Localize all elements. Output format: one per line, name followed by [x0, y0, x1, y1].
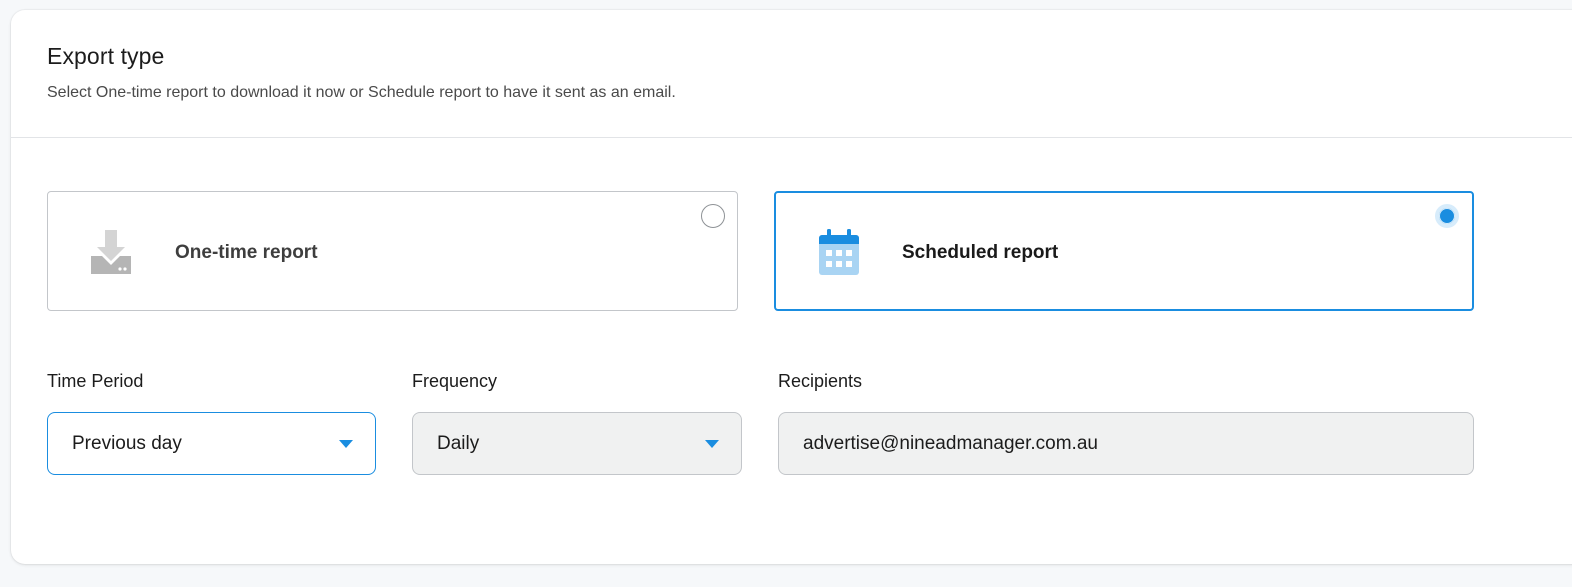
scheduled-report-label: Scheduled report — [902, 242, 1059, 263]
time-period-select[interactable]: Previous day — [47, 412, 376, 475]
page-subtitle: Select One-time report to download it no… — [47, 84, 676, 101]
time-period-label: Time Period — [47, 371, 144, 391]
recipients-value: advertise@nineadmanager.com.au — [803, 433, 1098, 454]
frequency-select[interactable]: Daily — [412, 412, 742, 475]
scheduled-report-option[interactable]: Scheduled report — [774, 191, 1474, 311]
one-time-report-label: One-time report — [175, 242, 318, 263]
scheduled-report-radio[interactable] — [1435, 204, 1459, 228]
recipients-label: Recipients — [778, 371, 863, 391]
download-tray-icon — [86, 228, 136, 278]
page-title: Export type — [47, 43, 165, 69]
time-period-value: Previous day — [72, 433, 182, 454]
frequency-value: Daily — [437, 433, 480, 454]
one-time-report-option[interactable]: One-time report — [47, 191, 738, 311]
recipients-field[interactable]: advertise@nineadmanager.com.au — [778, 412, 1474, 475]
one-time-report-radio[interactable] — [701, 204, 725, 228]
frequency-label: Frequency — [412, 371, 498, 391]
calendar-icon — [814, 228, 864, 278]
chevron-down-icon — [705, 440, 719, 448]
chevron-down-icon — [339, 440, 353, 448]
card-header: Export type Select One-time report to do… — [11, 10, 1572, 138]
export-type-card: Export type Select One-time report to do… — [11, 10, 1572, 564]
